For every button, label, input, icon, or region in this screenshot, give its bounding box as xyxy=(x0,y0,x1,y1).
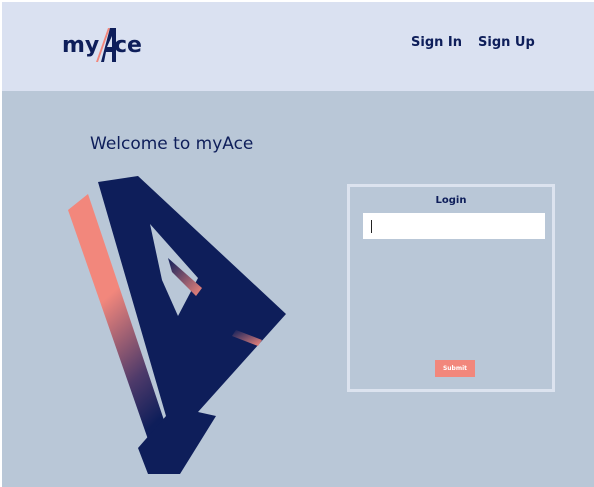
myace-logo[interactable]: my ce xyxy=(62,26,152,66)
hero-a-logo-icon xyxy=(68,176,286,474)
header-bar: my ce Sign In Sign Up xyxy=(2,2,594,91)
login-title: Login xyxy=(435,195,467,206)
text-caret xyxy=(371,220,372,233)
submit-button[interactable]: Submit xyxy=(435,360,475,377)
login-panel: Login Submit xyxy=(347,184,555,392)
nav-sign-up-link[interactable]: Sign Up xyxy=(478,35,535,50)
login-input[interactable] xyxy=(363,213,545,239)
welcome-heading: Welcome to myAce xyxy=(90,134,254,154)
logo-text-ce: ce xyxy=(114,33,142,58)
nav-sign-in-link[interactable]: Sign In xyxy=(411,35,462,50)
page-frame: my ce Sign In Sign Up Welcome to myAce L… xyxy=(2,2,594,487)
